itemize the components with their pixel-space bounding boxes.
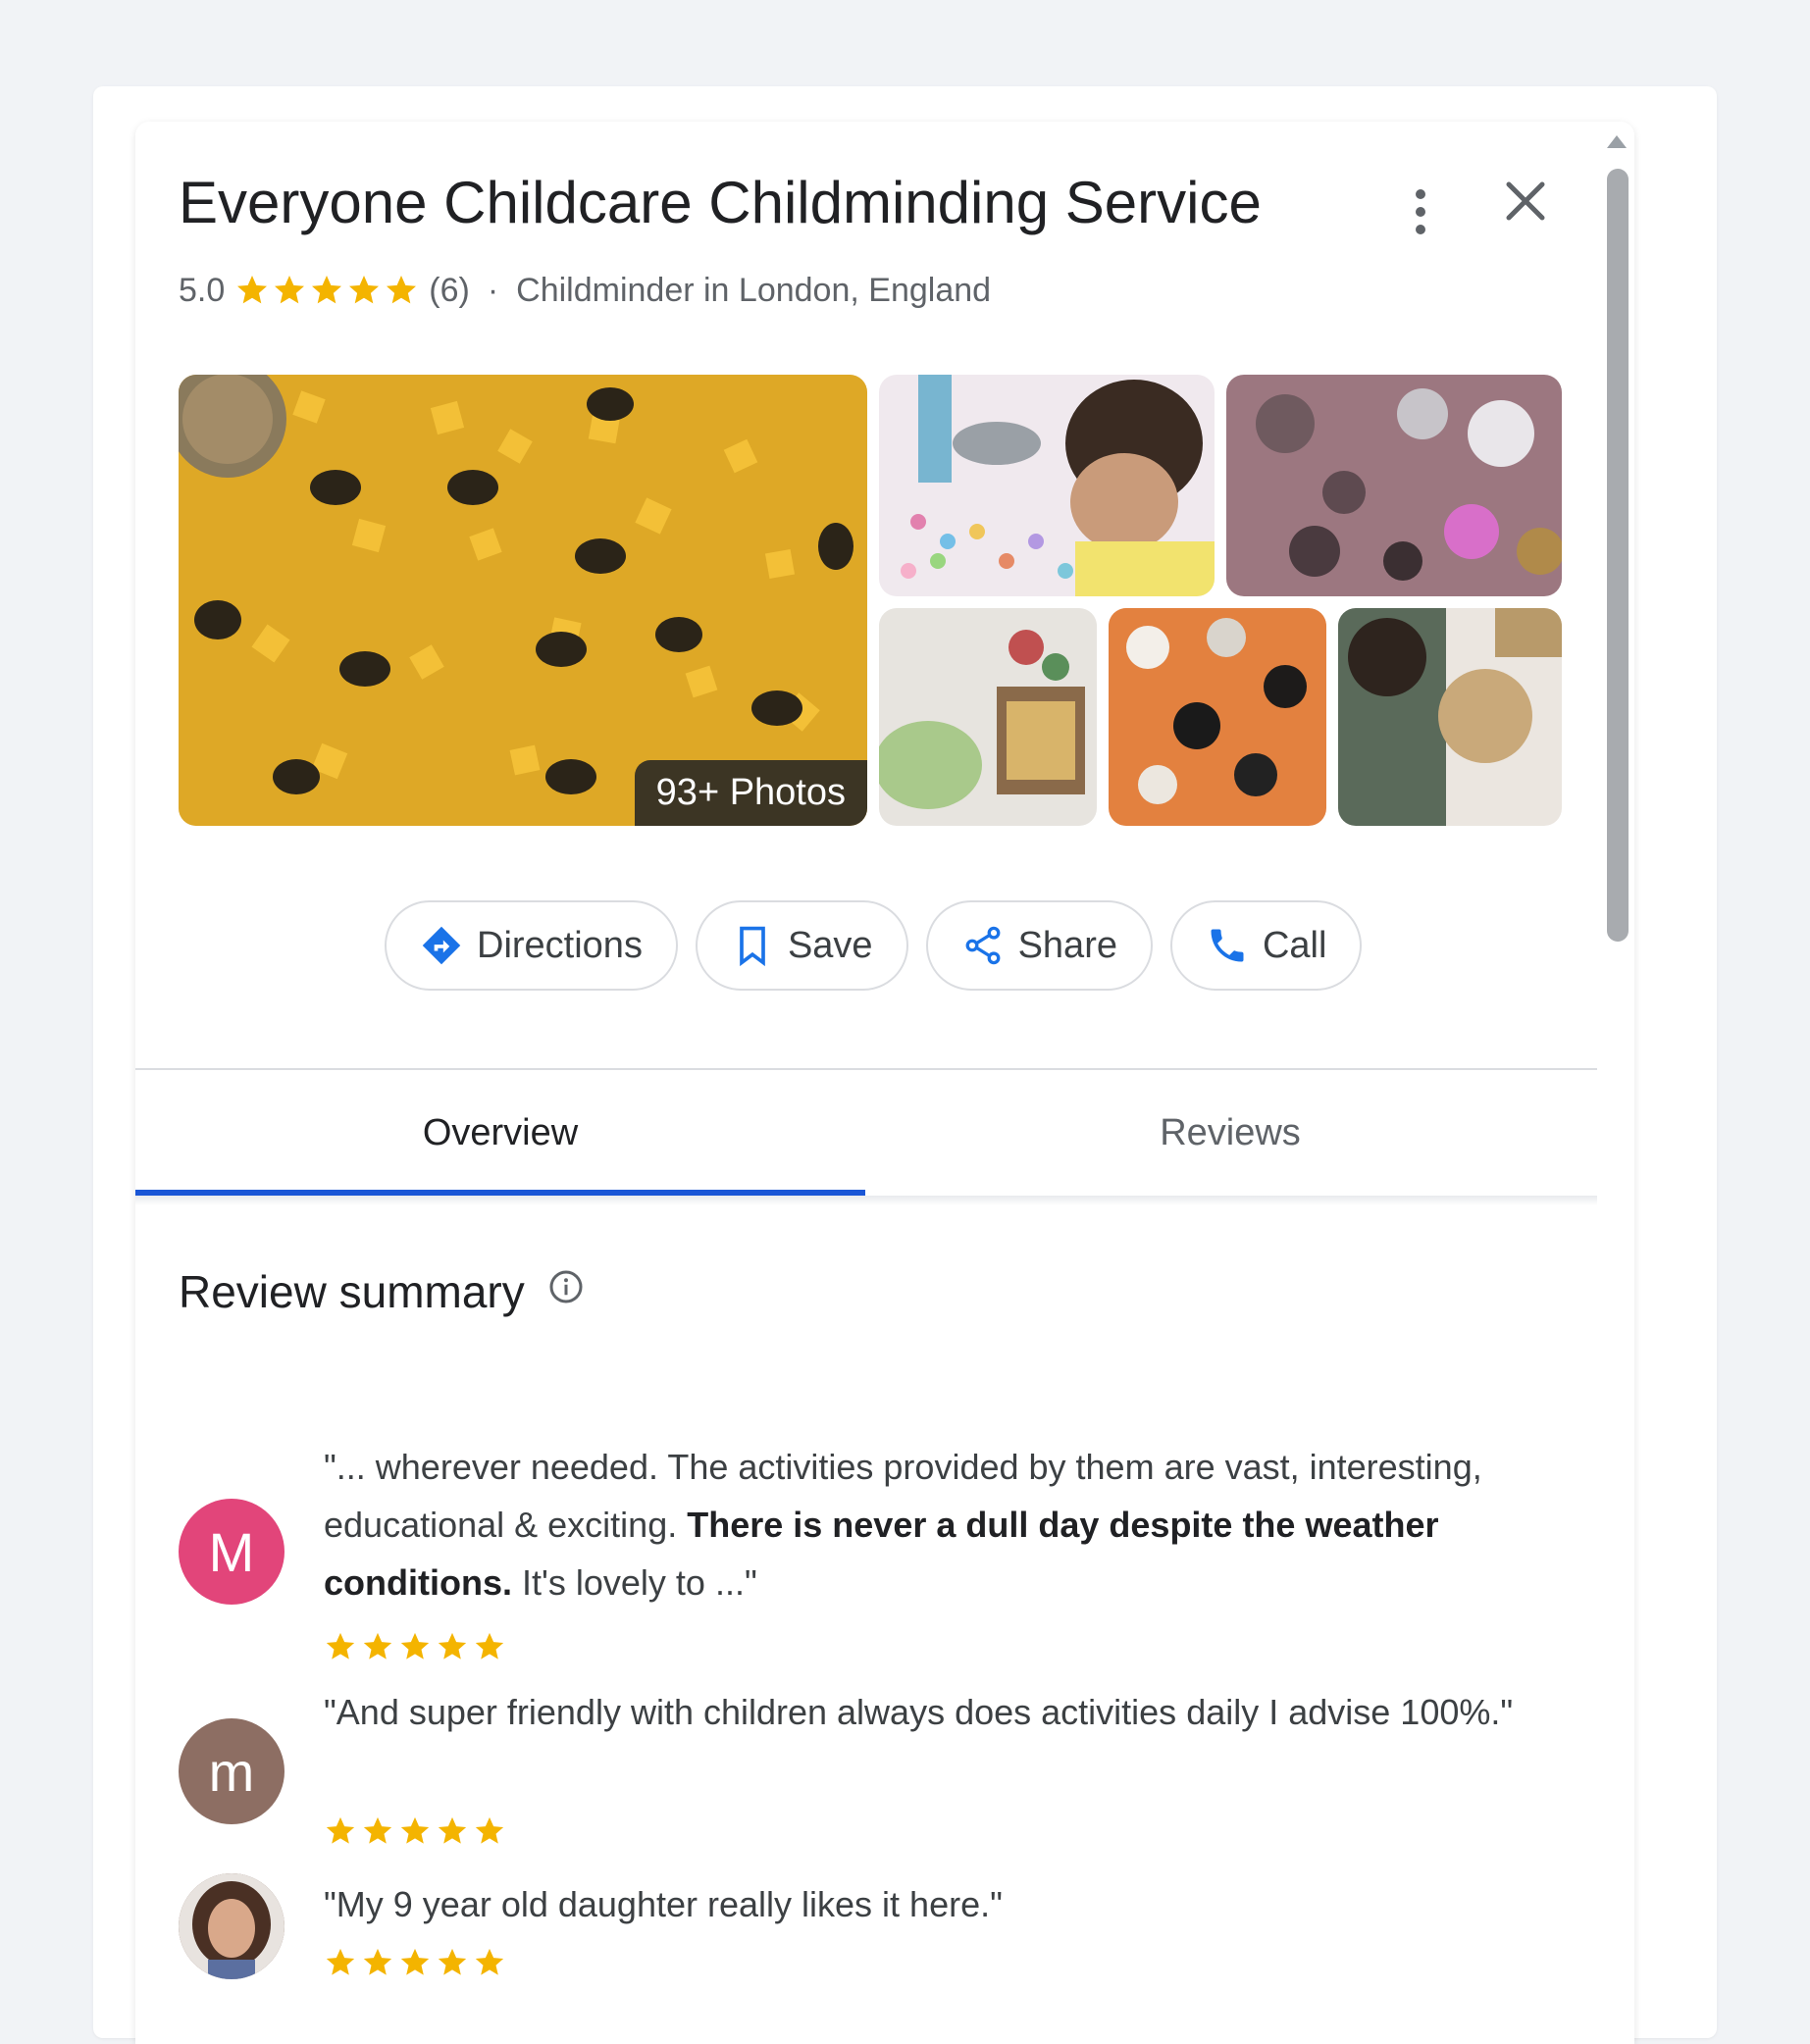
directions-button[interactable]: Directions: [385, 900, 678, 991]
review-text-end: It's lovely to ...": [512, 1562, 757, 1603]
star-icon: [438, 1632, 467, 1660]
directions-label: Directions: [477, 924, 643, 966]
call-button[interactable]: Call: [1169, 900, 1363, 991]
review-stars: [324, 1630, 510, 1663]
review-summary-heading: Review summary: [179, 1265, 584, 1318]
star-icon: [475, 1816, 504, 1844]
avatar-letter: m: [208, 1740, 255, 1803]
star-icon: [438, 1816, 467, 1844]
avatar: [179, 1873, 284, 1979]
phone-icon: [1211, 929, 1244, 962]
place-category: Childminder in London, England: [516, 271, 992, 309]
review-snippet: "And super friendly with children always…: [324, 1683, 1560, 1741]
star-icon: [326, 1816, 355, 1844]
avatar: M: [179, 1499, 284, 1605]
avatar-photo: [179, 1873, 284, 1979]
avatar: m: [179, 1718, 284, 1824]
photos-count-badge[interactable]: 93+ Photos: [634, 760, 867, 826]
star-icon: [237, 276, 268, 304]
save-button[interactable]: Save: [695, 900, 908, 991]
action-bar: Directions Save Share Call: [385, 900, 1379, 991]
star-icon: [363, 1816, 392, 1844]
avatar-letter: M: [208, 1520, 255, 1583]
bookmark-icon: [740, 926, 765, 967]
tab-reviews-label: Reviews: [1160, 1111, 1301, 1153]
star-icon: [363, 1948, 392, 1975]
review-summary-title: Review summary: [179, 1266, 525, 1317]
place-subline: 5.0 (6) · Childminder in London, England: [179, 269, 991, 312]
star-icon: [387, 276, 417, 304]
share-button[interactable]: Share: [925, 900, 1153, 991]
star-icon: [326, 1632, 355, 1660]
star-icon: [475, 1948, 504, 1975]
photo-thumbnail[interactable]: [1226, 375, 1562, 596]
review-text: "And super friendly with children always…: [324, 1692, 1514, 1732]
star-icon: [400, 1632, 430, 1660]
share-label: Share: [1017, 924, 1117, 966]
directions-icon: [422, 926, 461, 965]
call-label: Call: [1262, 924, 1327, 966]
tab-bar: Overview Reviews: [135, 1070, 1597, 1196]
info-icon[interactable]: [548, 1269, 584, 1304]
rating-value: 5.0: [179, 271, 226, 309]
main-photo[interactable]: 93+ Photos: [179, 375, 867, 826]
star-icon: [275, 276, 305, 304]
tabs-shadow: [135, 1196, 1597, 1205]
review-stars: [324, 1946, 510, 1979]
more-options-icon[interactable]: [1409, 184, 1432, 239]
review-stars: [324, 1814, 510, 1848]
photo-thumbnail[interactable]: [879, 375, 1215, 596]
review-item[interactable]: "My 9 year old daughter really likes it …: [179, 1873, 1572, 1981]
star-icon: [400, 1948, 430, 1975]
star-icon: [363, 1632, 392, 1660]
review-item[interactable]: m "And super friendly with children alwa…: [179, 1683, 1572, 1844]
photo-thumbnail[interactable]: [1338, 608, 1562, 826]
place-panel: Everyone Childcare Childminding Service …: [135, 122, 1634, 2044]
star-icon: [475, 1632, 504, 1660]
place-title: Everyone Childcare Childminding Service: [179, 170, 1262, 235]
review-item[interactable]: M "... wherever needed. The activities p…: [179, 1438, 1572, 1660]
share-icon: [965, 926, 1000, 965]
tab-overview-label: Overview: [422, 1111, 579, 1153]
star-icon: [438, 1948, 467, 1975]
star-icon: [312, 276, 342, 304]
review-text: "My 9 year old daughter really likes it …: [324, 1884, 1003, 1924]
star-icon: [400, 1816, 430, 1844]
star-icon: [326, 1948, 355, 1975]
scroll-up-arrow[interactable]: [1607, 135, 1627, 148]
photo-thumbnail[interactable]: [1109, 608, 1326, 826]
rating-stars: [234, 273, 421, 308]
star-icon: [349, 276, 380, 304]
close-icon[interactable]: [1501, 177, 1550, 226]
review-snippet: "... wherever needed. The activities pro…: [324, 1438, 1560, 1611]
scrollbar-thumb[interactable]: [1607, 169, 1629, 942]
review-count-link[interactable]: (6): [429, 272, 470, 310]
tab-reviews[interactable]: Reviews: [865, 1070, 1595, 1196]
separator-dot: ·: [487, 271, 499, 309]
save-label: Save: [787, 924, 873, 966]
photo-thumbnail[interactable]: [879, 608, 1097, 826]
review-snippet: "My 9 year old daughter really likes it …: [324, 1875, 1560, 1933]
tab-overview[interactable]: Overview: [135, 1070, 865, 1196]
